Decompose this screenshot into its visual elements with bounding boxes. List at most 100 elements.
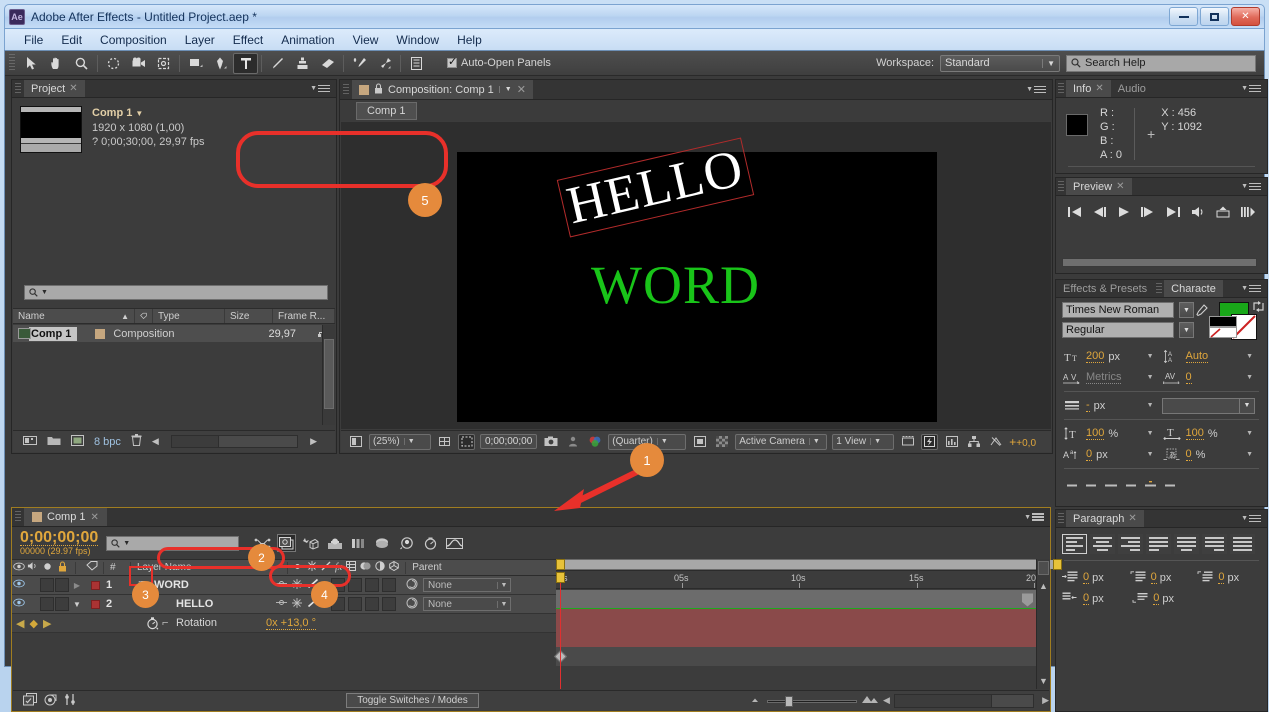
keyframe-navigator-diamond-icon[interactable]: ◆	[29, 617, 37, 630]
show-channel-icon[interactable]	[586, 434, 603, 450]
pen-tool[interactable]	[208, 53, 233, 74]
layer-2-collapse-switch[interactable]	[292, 597, 302, 611]
toggle-switches-modes-icon[interactable]	[23, 692, 38, 709]
motion-sketch-icon[interactable]	[421, 534, 440, 552]
audio-toggle-button[interactable]	[1191, 206, 1206, 221]
column-type[interactable]: Type	[153, 309, 225, 323]
timeline-time-display[interactable]: 0;00;00;00 00000 (29.97 fps)	[20, 530, 99, 556]
hello-text-layer[interactable]: HELLO	[556, 137, 754, 238]
layer-1-parent-select[interactable]: None ▼	[423, 578, 511, 592]
fast-previews-icon[interactable]	[921, 433, 939, 450]
menu-file[interactable]: File	[15, 31, 52, 49]
maximize-button[interactable]	[1200, 7, 1229, 26]
layer-2-parent-select[interactable]: None ▼	[423, 597, 511, 611]
align-left-button[interactable]	[1062, 534, 1087, 554]
region-of-interest-icon[interactable]	[458, 433, 475, 450]
close-icon[interactable]: ✕	[517, 83, 526, 96]
leading-field[interactable]: AA Auto ▼	[1162, 350, 1262, 363]
column-name[interactable]: Name ▲	[13, 309, 135, 323]
toggle-switches-modes-button[interactable]: Toggle Switches / Modes	[346, 693, 479, 708]
column-parent[interactable]: Parent	[412, 562, 441, 573]
panel-list-icon[interactable]	[404, 53, 429, 74]
chevron-down-icon[interactable]: ▼	[1147, 430, 1162, 437]
chevron-down-icon[interactable]: ▼	[1246, 374, 1261, 381]
timeline-vertical-scrollbar[interactable]: ▲ ▼	[1036, 559, 1050, 689]
project-horizontal-scrollbar[interactable]	[170, 435, 299, 448]
show-snapshot-icon[interactable]	[564, 434, 581, 450]
work-area-end-handle[interactable]	[1053, 559, 1062, 570]
close-icon[interactable]: ✕	[1116, 181, 1124, 192]
workspace-select[interactable]: Standard ▼	[940, 54, 1060, 72]
layer-1-label-color[interactable]	[90, 580, 100, 590]
comp-name-label[interactable]: Comp 1 ▼	[92, 106, 205, 121]
close-icon[interactable]: ✕	[1095, 83, 1103, 94]
layer-2-lock-cell[interactable]	[55, 597, 69, 611]
space-before-field[interactable]: 0 px	[1062, 592, 1128, 605]
indent-left-field[interactable]: 0 px	[1062, 571, 1126, 584]
hand-tool[interactable]	[44, 53, 69, 74]
tab-project[interactable]: Project ✕	[24, 80, 85, 97]
brainstorm-icon[interactable]	[373, 534, 392, 552]
layer-1-lock-cell[interactable]	[55, 578, 69, 592]
layer-2-3d-cell[interactable]	[382, 597, 396, 611]
next-keyframe-icon[interactable]: ▶	[43, 617, 51, 630]
chevron-down-icon[interactable]: ▼	[498, 86, 512, 93]
kerning-field[interactable]: AV Metrics ▼	[1062, 371, 1162, 384]
layer-1-expand-arrow[interactable]: ▶	[70, 581, 84, 590]
zoom-in-timeline-icon[interactable]	[861, 694, 879, 708]
toggle-view-masks-icon[interactable]	[347, 434, 364, 450]
faux-italic-button[interactable]	[1085, 476, 1097, 490]
timeline-view-icon[interactable]	[943, 434, 960, 450]
column-frame-rate[interactable]: Frame R...	[273, 309, 335, 323]
layer-2-expand-arrow[interactable]: ▼	[70, 600, 84, 609]
character-panel-menu-button[interactable]: ▼	[1241, 280, 1267, 297]
graph-editor-icon[interactable]	[445, 534, 464, 552]
layer-2-video-toggle[interactable]	[12, 598, 26, 610]
tab-audio[interactable]: Audio	[1110, 80, 1153, 97]
lock-icon[interactable]	[374, 82, 383, 97]
layer-1-parent-pick-whip-icon[interactable]	[406, 578, 418, 593]
justify-last-right-button[interactable]	[1202, 534, 1227, 554]
vertical-scale-field[interactable]: T 100 % ▼	[1062, 427, 1162, 440]
chevron-down-icon[interactable]: ▼	[1179, 322, 1194, 338]
comp-panel-menu-button[interactable]: ▼	[1026, 84, 1052, 95]
comp-marker-icon[interactable]	[1021, 593, 1034, 610]
project-panel-grip[interactable]	[15, 83, 21, 95]
tab-timeline-comp-1[interactable]: Comp 1 ✕	[24, 508, 107, 526]
menu-composition[interactable]: Composition	[91, 31, 176, 49]
superscript-button[interactable]	[1144, 476, 1157, 490]
chevron-down-icon[interactable]: ▼	[1147, 353, 1162, 360]
rotation-value[interactable]: 0x +13,0 °	[266, 617, 316, 630]
play-button[interactable]	[1117, 206, 1130, 221]
time-indicator-playhead[interactable]	[556, 572, 565, 689]
new-folder-icon[interactable]	[47, 435, 61, 449]
work-area-start-handle[interactable]	[556, 559, 565, 570]
graph-editor-toggle-icon[interactable]	[64, 693, 76, 709]
tab-effects-presets[interactable]: Effects & Presets	[1056, 280, 1155, 297]
word-text-layer[interactable]: WORD	[591, 254, 760, 316]
toggle-transparency-grid-icon[interactable]	[691, 434, 708, 450]
type-tool[interactable]	[233, 52, 258, 74]
project-vertical-scrollbar[interactable]	[322, 325, 335, 425]
justify-last-center-button[interactable]	[1174, 534, 1199, 554]
tab-composition-comp-1[interactable]: Composition: Comp 1 ▼ ✕	[352, 80, 533, 99]
layer-1-3d-cell[interactable]	[382, 578, 396, 592]
baseline-shift-field[interactable]: Aa 0 px ▼	[1062, 448, 1162, 461]
menu-edit[interactable]: Edit	[52, 31, 91, 49]
ram-preview-button[interactable]	[1216, 206, 1230, 221]
timeline-track-word[interactable]	[556, 609, 1036, 628]
search-help-input[interactable]: Search Help	[1066, 54, 1256, 72]
exposure-value[interactable]: ++0,0	[1009, 435, 1036, 449]
choose-grid-guides-icon[interactable]	[436, 434, 453, 450]
toolbar-grip[interactable]	[9, 54, 15, 72]
auto-keyframe-icon[interactable]	[397, 534, 416, 552]
space-after-field[interactable]: 0 px	[1132, 592, 1198, 605]
transparency-checker-icon[interactable]	[713, 434, 730, 450]
chevron-down-icon[interactable]: ▼	[1246, 430, 1261, 437]
preview-panel-grip[interactable]	[1058, 181, 1064, 193]
timeline-scroll-right-icon[interactable]: ▶	[1042, 695, 1049, 706]
fill-swatch-small[interactable]	[1208, 316, 1237, 327]
tracking-field[interactable]: AV 0 ▼	[1162, 371, 1262, 384]
loop-button[interactable]	[1240, 206, 1256, 221]
character-panel-grip[interactable]	[1156, 283, 1163, 295]
